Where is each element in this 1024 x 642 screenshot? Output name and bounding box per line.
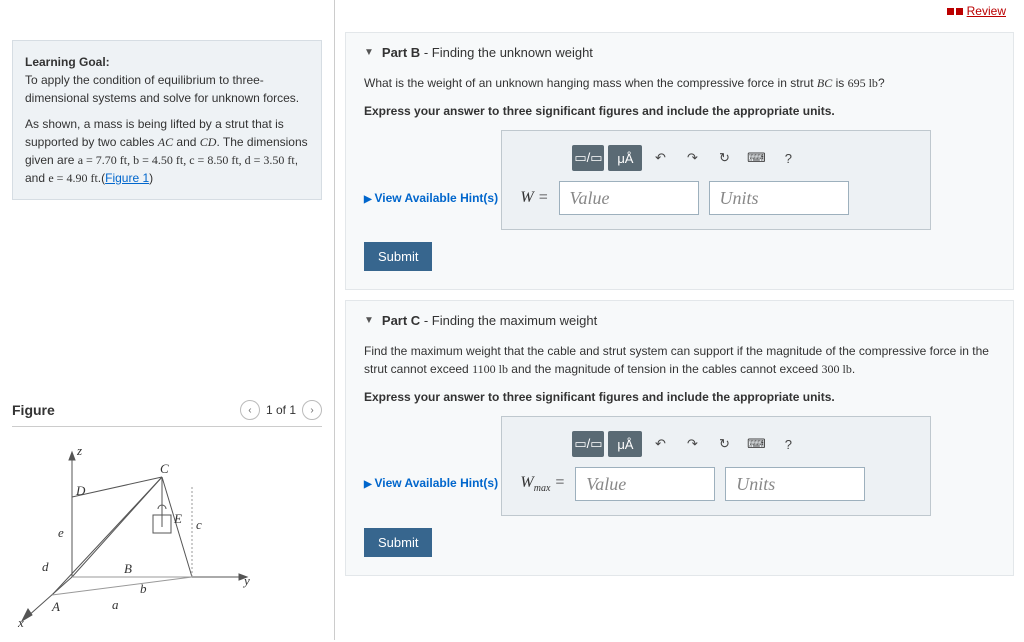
- part-b-question: What is the weight of an unknown hanging…: [364, 74, 995, 92]
- cable-ac: AC: [158, 135, 173, 149]
- part-c-variable-label: Wmax =: [520, 474, 565, 494]
- part-b-label: Part B: [382, 45, 420, 60]
- fraction-tool-icon[interactable]: ▭/▭: [572, 431, 604, 457]
- reset-icon[interactable]: ↻: [710, 145, 738, 171]
- part-b-units-input[interactable]: Units: [709, 181, 849, 215]
- part-c: ▼ Part C - Finding the maximum weight Fi…: [345, 300, 1014, 576]
- units-tool-icon[interactable]: μÅ: [608, 145, 642, 171]
- learning-goal-box: Learning Goal: To apply the condition of…: [12, 40, 322, 200]
- help-icon[interactable]: ?: [774, 145, 802, 171]
- learning-goal-heading: Learning Goal:: [25, 55, 110, 69]
- part-c-question: Find the maximum weight that the cable a…: [364, 342, 995, 378]
- part-b-subtitle: - Finding the unknown weight: [420, 45, 593, 60]
- part-b-answer-box: ▭/▭ μÅ ↶ ↷ ↻ ⌨ ? W = Value Units: [501, 130, 931, 230]
- svg-text:x: x: [17, 615, 24, 627]
- part-c-subtitle: - Finding the maximum weight: [420, 313, 597, 328]
- figure-link[interactable]: Figure 1: [105, 171, 149, 185]
- reset-icon[interactable]: ↻: [710, 431, 738, 457]
- figure-pager: ‹ 1 of 1 ›: [240, 400, 322, 420]
- part-b-submit-button[interactable]: Submit: [364, 242, 432, 271]
- figure-diagram: z y x C D A B E e d a b c: [12, 437, 322, 630]
- svg-text:E: E: [173, 511, 182, 526]
- help-icon[interactable]: ?: [774, 431, 802, 457]
- units-tool-icon[interactable]: μÅ: [608, 431, 642, 457]
- svg-text:B: B: [124, 561, 132, 576]
- svg-text:z: z: [76, 443, 82, 458]
- part-b: ▼ Part B - Finding the unknown weight Wh…: [345, 32, 1014, 290]
- part-c-value-input[interactable]: Value: [575, 467, 715, 501]
- learning-goal-text1: To apply the condition of equilibrium to…: [25, 73, 299, 105]
- svg-text:C: C: [160, 461, 169, 476]
- keyboard-icon[interactable]: ⌨: [742, 145, 770, 171]
- figure-next-button[interactable]: ›: [302, 400, 322, 420]
- figure-pager-label: 1 of 1: [266, 403, 296, 417]
- svg-text:a: a: [112, 597, 119, 612]
- svg-text:y: y: [242, 573, 250, 588]
- redo-icon[interactable]: ↷: [678, 145, 706, 171]
- part-c-hints-link[interactable]: View Available Hint(s): [364, 476, 498, 490]
- part-b-value-input[interactable]: Value: [559, 181, 699, 215]
- part-c-toggle-icon[interactable]: ▼: [364, 315, 374, 326]
- part-b-instruction: Express your answer to three significant…: [364, 102, 995, 120]
- keyboard-icon[interactable]: ⌨: [742, 431, 770, 457]
- svg-text:e: e: [58, 525, 64, 540]
- svg-text:d: d: [42, 559, 49, 574]
- undo-icon[interactable]: ↶: [646, 431, 674, 457]
- part-c-instruction: Express your answer to three significant…: [364, 388, 995, 406]
- cable-cd: CD: [200, 135, 217, 149]
- redo-icon[interactable]: ↷: [678, 431, 706, 457]
- fraction-tool-icon[interactable]: ▭/▭: [572, 145, 604, 171]
- figure-section: Figure ‹ 1 of 1 ›: [12, 400, 322, 630]
- svg-text:A: A: [51, 599, 60, 614]
- e-dimension: e = 4.90 ft: [48, 171, 97, 185]
- svg-text:c: c: [196, 517, 202, 532]
- part-b-variable-label: W =: [520, 189, 548, 207]
- review-icon: [947, 8, 963, 15]
- review-link[interactable]: Review: [967, 4, 1006, 18]
- dimensions: a = 7.70 ft, b = 4.50 ft, c = 8.50 ft, d…: [78, 153, 295, 167]
- svg-text:D: D: [75, 483, 86, 498]
- part-c-answer-box: ▭/▭ μÅ ↶ ↷ ↻ ⌨ ? Wmax = Value Units: [501, 416, 931, 516]
- figure-title: Figure: [12, 402, 55, 418]
- part-c-label: Part C: [382, 313, 420, 328]
- part-b-hints-link[interactable]: View Available Hint(s): [364, 191, 498, 205]
- part-c-units-input[interactable]: Units: [725, 467, 865, 501]
- part-c-submit-button[interactable]: Submit: [364, 528, 432, 557]
- svg-text:b: b: [140, 581, 147, 596]
- part-b-toggle-icon[interactable]: ▼: [364, 47, 374, 58]
- figure-prev-button[interactable]: ‹: [240, 400, 260, 420]
- undo-icon[interactable]: ↶: [646, 145, 674, 171]
